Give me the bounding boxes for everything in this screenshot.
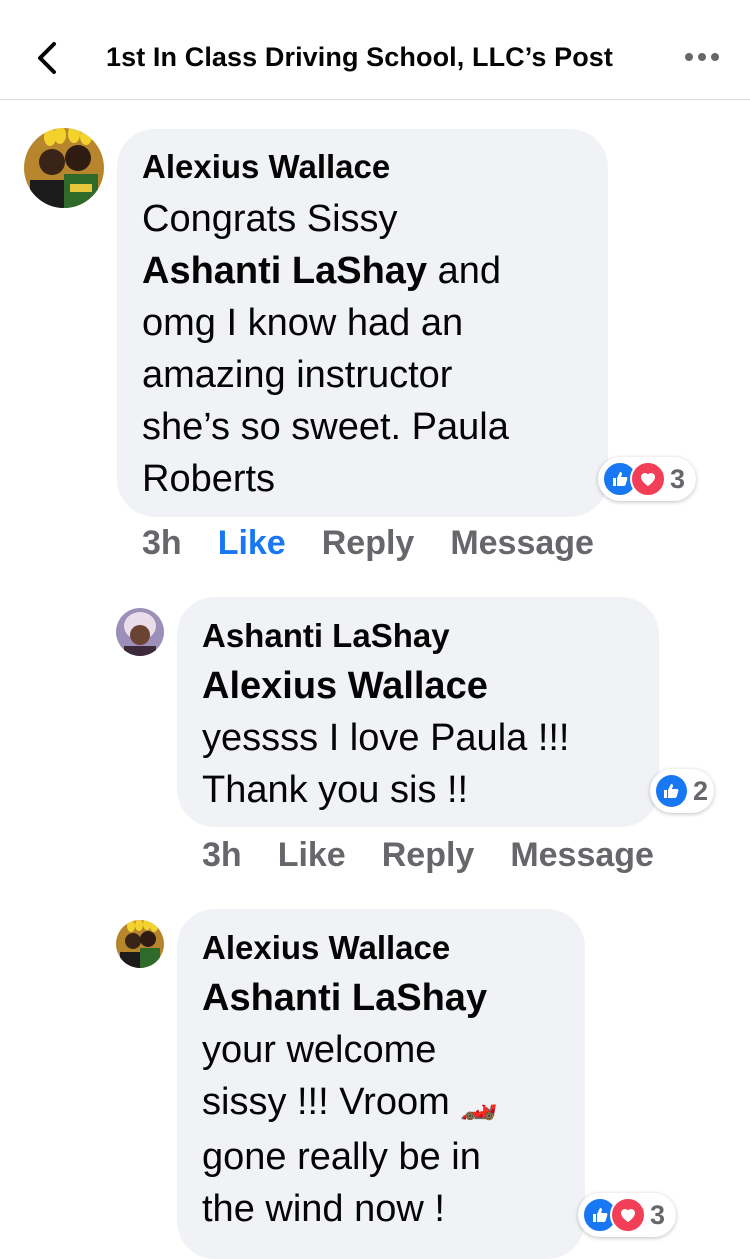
love-reaction-icon bbox=[610, 1197, 646, 1233]
reaction-summary[interactable]: 3 bbox=[578, 1193, 676, 1237]
avatar[interactable] bbox=[116, 920, 164, 968]
comment-author[interactable]: Ashanti LaShay bbox=[202, 616, 635, 656]
message-button[interactable]: Message bbox=[450, 524, 594, 563]
page-title: 1st In Class Driving School, LLC’s Post bbox=[106, 42, 613, 72]
message-button[interactable]: Message bbox=[510, 836, 654, 875]
comment-text: Ashanti LaShay your welcome sissy !!! Vr… bbox=[202, 972, 561, 1235]
like-reaction-icon bbox=[654, 773, 689, 809]
comment-author[interactable]: Alexius Wallace bbox=[142, 147, 584, 187]
comment-actions: 3h Like Reply Message bbox=[142, 524, 630, 563]
mention-link[interactable]: Ashanti LaShay bbox=[142, 250, 427, 292]
love-reaction-icon bbox=[630, 461, 666, 497]
comment-timestamp[interactable]: 3h bbox=[142, 524, 182, 563]
reaction-summary[interactable]: 3 bbox=[598, 457, 696, 501]
reaction-count: 3 bbox=[670, 463, 686, 494]
like-button[interactable]: Like bbox=[278, 836, 346, 875]
reaction-count: 3 bbox=[650, 1199, 666, 1230]
reply-bubble[interactable]: Ashanti LaShay Alexius Wallace yessss I … bbox=[177, 597, 659, 827]
reply-bubble[interactable]: Alexius Wallace Ashanti LaShay your welc… bbox=[177, 909, 585, 1259]
like-button[interactable]: Like bbox=[218, 524, 286, 563]
comment-author[interactable]: Alexius Wallace bbox=[202, 928, 561, 968]
reaction-summary[interactable]: 2 bbox=[650, 769, 714, 813]
comment-bubble[interactable]: Alexius Wallace Congrats Sissy Ashanti L… bbox=[117, 129, 608, 517]
reaction-count: 2 bbox=[692, 775, 708, 806]
avatar[interactable] bbox=[24, 128, 104, 208]
comment-text: Congrats Sissy Ashanti LaShay and omg I … bbox=[142, 198, 509, 500]
post-header: 1st In Class Driving School, LLC’s Post bbox=[0, 0, 750, 100]
more-options-icon[interactable] bbox=[684, 50, 720, 64]
race-car-emoji: 🏎️ bbox=[460, 1088, 498, 1121]
reply-button[interactable]: Reply bbox=[382, 836, 475, 875]
avatar[interactable] bbox=[116, 608, 164, 656]
mention-link[interactable]: Alexius Wallace bbox=[202, 660, 635, 712]
back-arrow-icon[interactable] bbox=[30, 38, 70, 78]
reply-button[interactable]: Reply bbox=[322, 524, 415, 563]
comment-timestamp[interactable]: 3h bbox=[202, 836, 242, 875]
comment-text: Alexius Wallace yessss I love Paula !!! … bbox=[202, 660, 635, 816]
comment-actions: 3h Like Reply Message bbox=[202, 836, 690, 875]
mention-link[interactable]: Ashanti LaShay bbox=[202, 972, 561, 1024]
